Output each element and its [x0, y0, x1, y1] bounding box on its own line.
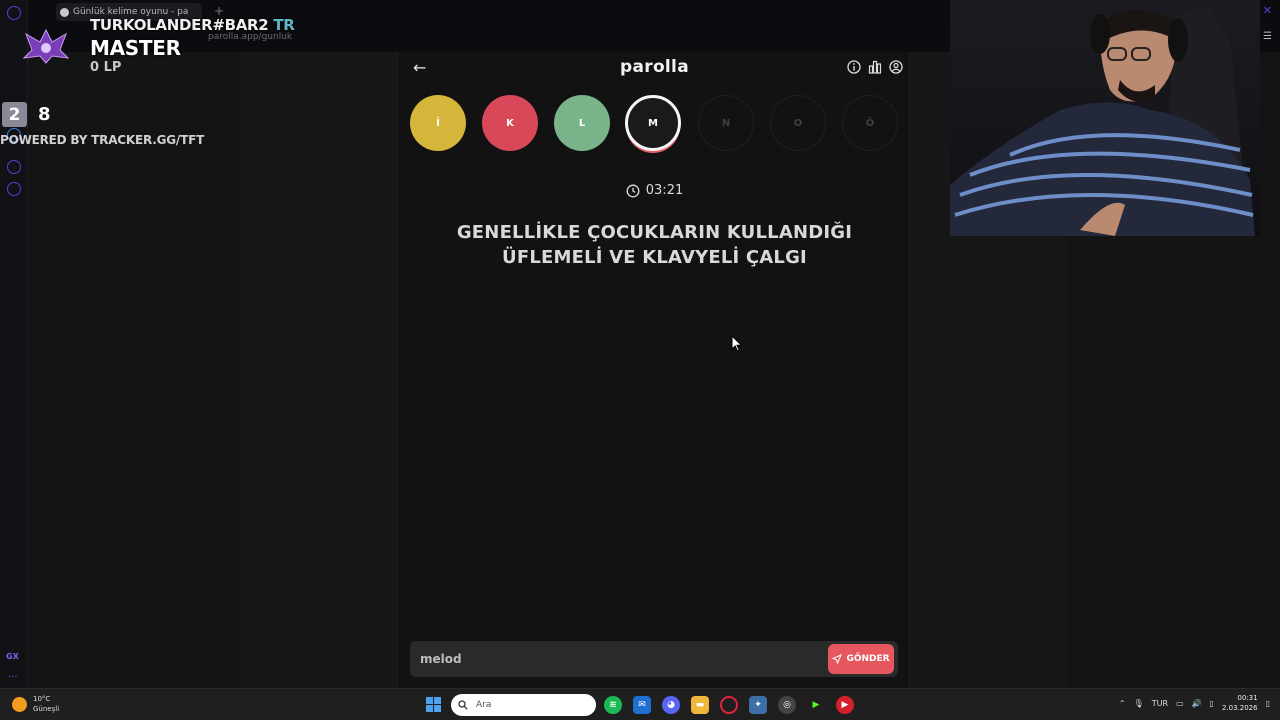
letter-circle-m-current[interactable]: M: [625, 95, 681, 151]
file-explorer-icon[interactable]: ▬: [691, 696, 709, 714]
profile-icon[interactable]: [889, 60, 903, 74]
notification-icon[interactable]: ▯: [1266, 699, 1270, 708]
timer: 03:21: [398, 183, 911, 198]
taskbar-search[interactable]: Ara: [451, 694, 596, 716]
weather-widget[interactable]: 10°C Güneşli: [12, 694, 59, 714]
close-icon[interactable]: ✕: [1263, 4, 1272, 18]
tft-powered-by: POWERED BY TRACKER.GG/TFT: [0, 133, 205, 147]
stats-icon[interactable]: [868, 60, 882, 74]
gx-icon[interactable]: GX: [6, 652, 19, 661]
kick-icon[interactable]: ▶: [807, 696, 825, 714]
master-emblem-icon: [22, 28, 70, 64]
steam-icon[interactable]: ◎: [778, 696, 796, 714]
send-icon: [832, 654, 843, 664]
question-line-2: ÜFLEMELİ VE KLAVYELİ ÇALGI: [502, 247, 807, 268]
taskbar-apps: ≋ ✉ ◕ ▬ ✦ ◎ ▶ ▶: [604, 696, 854, 714]
search-placeholder: Ara: [476, 700, 492, 710]
clock-date: 2.03.2026: [1221, 704, 1258, 712]
spotify-icon[interactable]: ≋: [604, 696, 622, 714]
app-logo[interactable]: parolla: [398, 57, 911, 77]
info-icon[interactable]: [847, 60, 861, 74]
volume-icon[interactable]: 🔊: [1192, 699, 1202, 708]
letter-ring: İ K L M N O Ö: [410, 95, 910, 155]
screen: GX ··· Günlük kelime oyunu - pa + ⌕ — ❐ …: [0, 0, 1280, 720]
menu-icon[interactable]: ☰: [1263, 31, 1272, 42]
taskbar: 10°C Güneşli Ara ≋ ✉ ◕ ▬ ✦ ◎ ▶ ▶ ⌃ 🎙 TUR…: [0, 688, 1280, 720]
question-text: GENELLİKLE ÇOCUKLARIN KULLANDIĞI ÜFLEMEL…: [428, 220, 881, 270]
tft-lp: 0 LP: [90, 60, 122, 75]
letter-circle-oe[interactable]: Ö: [842, 95, 898, 151]
youtube-icon[interactable]: ▶: [836, 696, 854, 714]
letter-circle-k[interactable]: K: [482, 95, 538, 151]
timer-value: 03:21: [645, 183, 684, 198]
answer-bar: GÖNDER: [410, 641, 898, 677]
search-icon: [458, 700, 468, 710]
letter-circle-i[interactable]: İ: [410, 95, 466, 151]
send-label: GÖNDER: [846, 654, 890, 664]
parolla-app: ← parolla İ K L M N O Ö 03:21 GENELLİKLE…: [397, 52, 910, 688]
send-button[interactable]: GÖNDER: [828, 644, 894, 674]
tft-number: 8: [38, 104, 51, 125]
sun-icon: [12, 696, 27, 712]
webcam-image: [950, 9, 1255, 236]
system-tray: ⌃ 🎙 TUR ▭ 🔊 ▯ 00:31 2.03.2026 ▯: [1119, 693, 1270, 713]
tft-rank: MASTER: [90, 36, 181, 60]
opera-gx-icon[interactable]: [720, 696, 738, 714]
clock-time: 00:31: [1237, 694, 1258, 702]
header-icons: [847, 60, 903, 74]
tft-player: TURKOLANDER#BAR2: [90, 16, 269, 34]
settings-app-icon[interactable]: ✦: [749, 696, 767, 714]
mouse-cursor-icon: [731, 335, 743, 352]
clock-icon: [626, 184, 640, 197]
question-line-1: GENELLİKLE ÇOCUKLARIN KULLANDIĞI: [456, 222, 853, 243]
letter-circle-n[interactable]: N: [698, 95, 754, 151]
sidebar-settings-icon[interactable]: [7, 182, 21, 196]
webcam-feed: [950, 0, 1260, 236]
network-icon[interactable]: ▭: [1176, 699, 1184, 708]
tft-overlay: TURKOLANDER#BAR2 TR MASTER 0 LP 2 8 POWE…: [0, 0, 312, 160]
more-icon[interactable]: ···: [8, 672, 18, 683]
letter-circle-l[interactable]: L: [554, 95, 610, 151]
mail-icon[interactable]: ✉: [633, 696, 651, 714]
weather-condition: Güneşli: [33, 705, 60, 713]
app-header: ← parolla: [398, 52, 911, 84]
tft-player-name: TURKOLANDER#BAR2 TR: [90, 16, 295, 34]
letter-circle-o[interactable]: O: [770, 95, 826, 151]
language-indicator[interactable]: TUR: [1152, 699, 1168, 708]
weather-text: 10°C Güneşli: [33, 694, 59, 714]
microphone-icon[interactable]: 🎙: [1134, 699, 1144, 708]
windows-start-icon[interactable]: [426, 697, 441, 712]
tray-expand-icon[interactable]: ⌃: [1119, 699, 1126, 708]
tft-placement-box: 2: [2, 102, 27, 127]
answer-input[interactable]: [410, 641, 820, 677]
discord-icon[interactable]: ◕: [662, 696, 680, 714]
tft-region: TR: [273, 16, 295, 34]
taskbar-clock[interactable]: 00:31 2.03.2026: [1222, 693, 1258, 713]
sidebar-history-icon[interactable]: [7, 160, 21, 174]
temperature: 10°C: [33, 695, 51, 703]
battery-icon[interactable]: ▯: [1210, 699, 1214, 708]
